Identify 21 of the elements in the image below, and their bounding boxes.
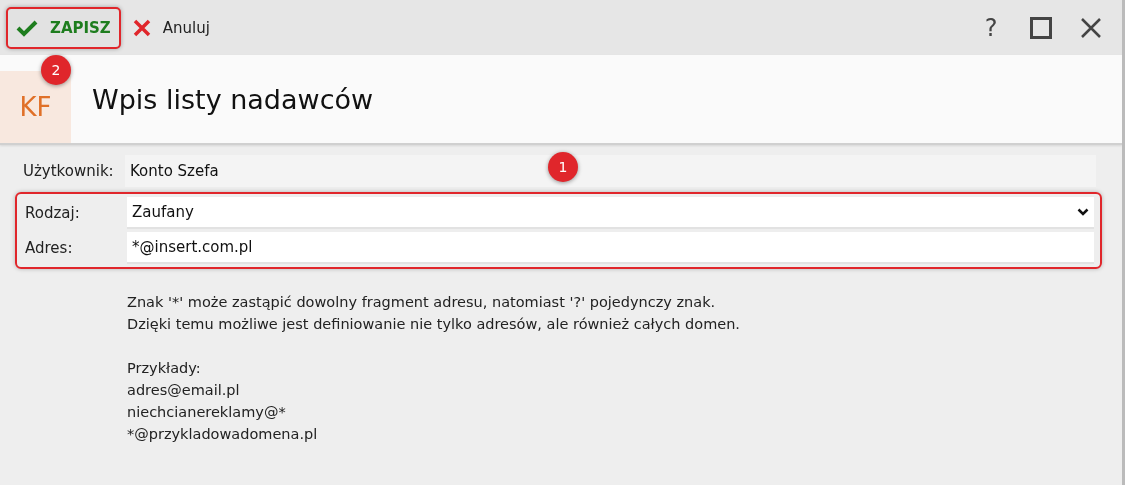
maximize-icon — [1030, 16, 1052, 39]
field-label: Adres: — [25, 238, 74, 259]
type-dropdown[interactable]: Zaufany — [127, 197, 1094, 229]
field-label: Użytkownik: — [23, 161, 115, 182]
help-text: Dzięki temu możliwe jest definiowanie nie tylko adresów, ale również całych domen. — [127, 315, 741, 334]
save-button[interactable]: ZAPISZ — [6, 6, 121, 49]
window-title: Wpis listy nadawców — [92, 83, 374, 115]
help-button[interactable]: ? — [966, 7, 1016, 48]
help-text: Znak '*' może zastąpić dowolny fragment adresu, natomiast '?' pojedynczy znak. — [127, 293, 717, 312]
help-text: adres@email.pl — [127, 381, 241, 400]
address-field[interactable]: *@insert.com.pl — [127, 232, 1094, 264]
field-label: Rodzaj: — [25, 203, 81, 224]
close-icon — [1081, 17, 1101, 38]
help-text: niechcianereklamy@* — [127, 403, 287, 422]
help-text: *@przykladowadomena.pl — [127, 425, 319, 444]
number-badge: 1 — [548, 152, 578, 182]
help-text: Przykłady: — [127, 359, 202, 378]
cross-icon — [132, 18, 151, 37]
cancel-button[interactable]: Anuluj — [124, 6, 218, 49]
checkmark-icon — [16, 18, 38, 37]
chevron-down-icon — [1077, 208, 1089, 216]
